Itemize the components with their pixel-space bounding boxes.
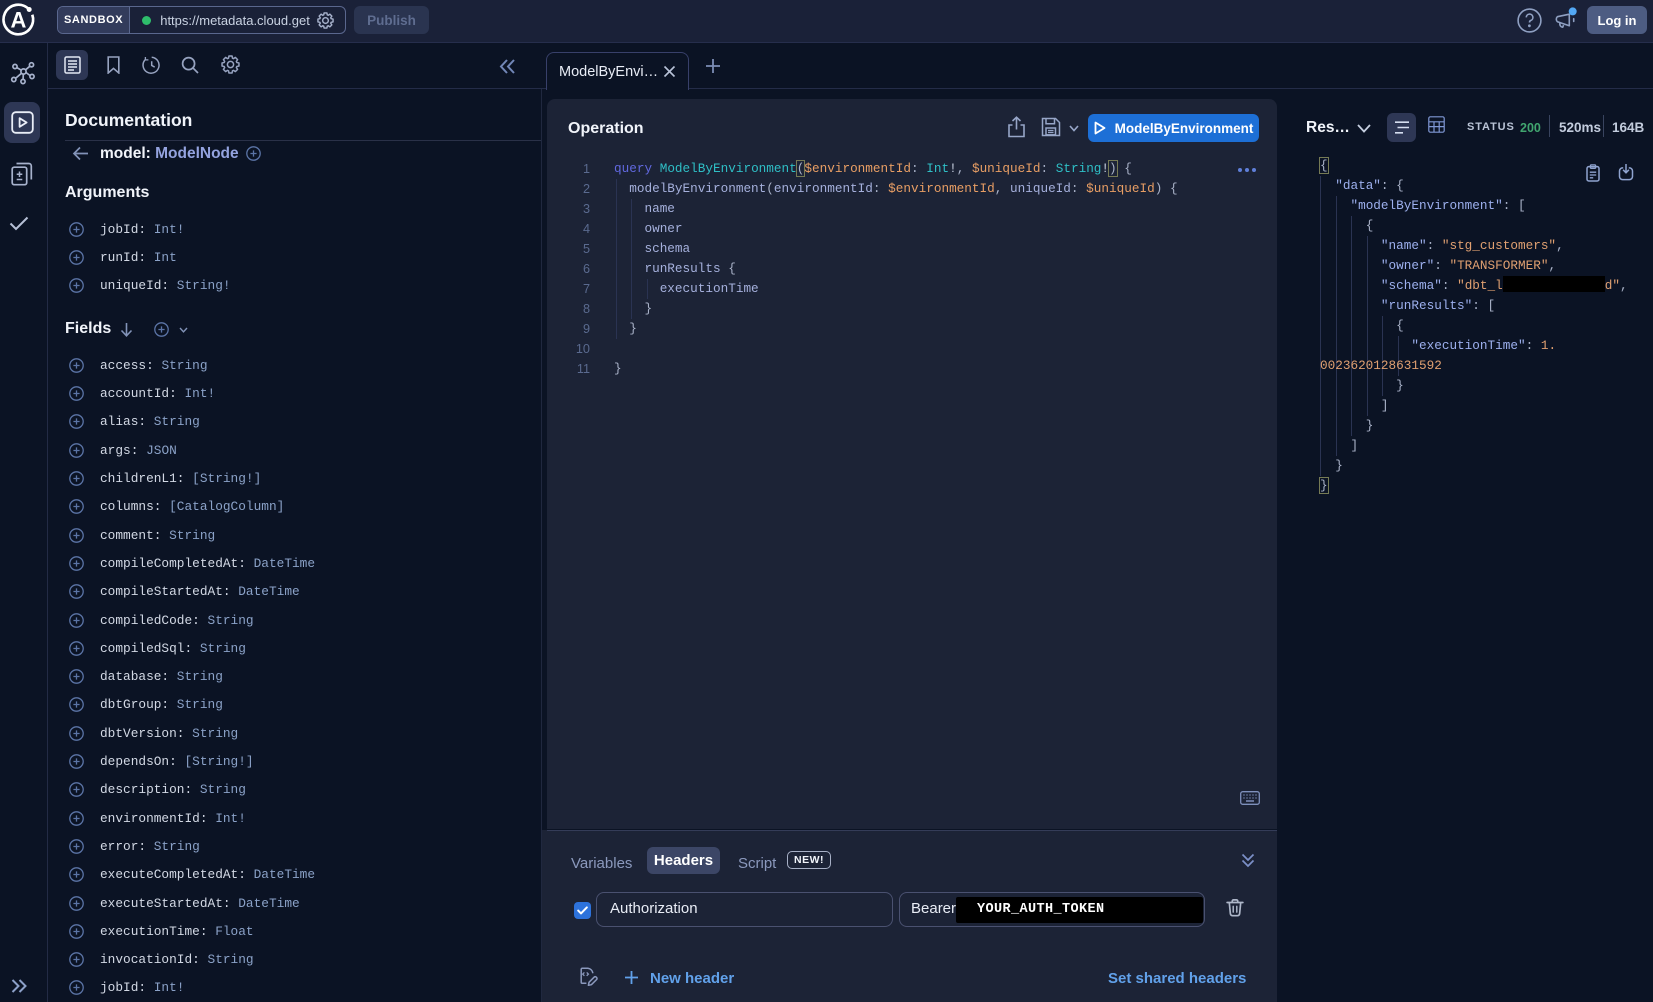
svg-text:A: A <box>10 8 26 33</box>
